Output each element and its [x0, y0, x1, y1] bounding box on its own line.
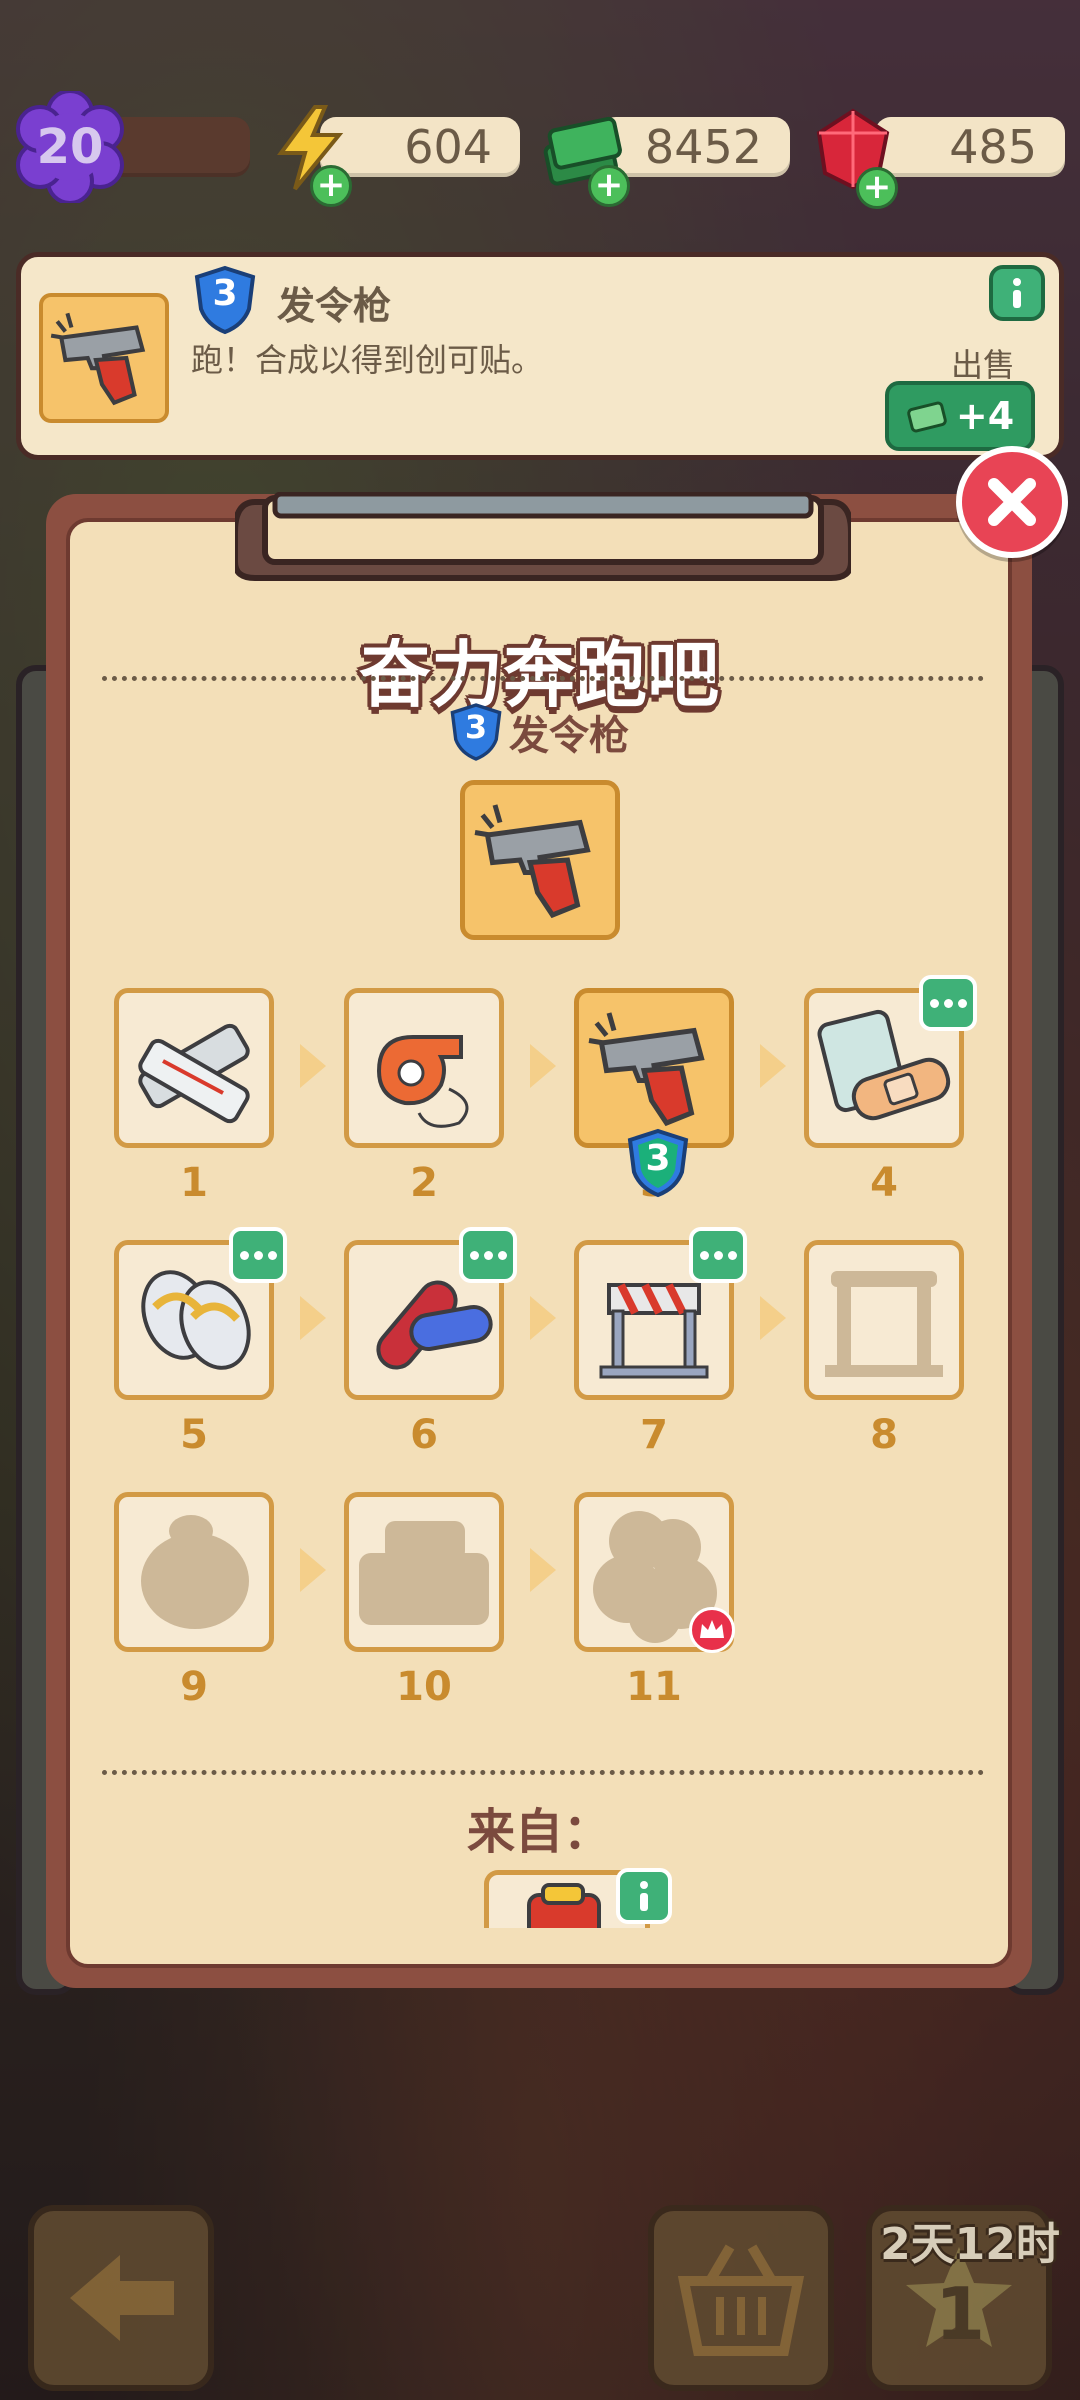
clipboard-clip-icon — [235, 492, 851, 581]
info-icon — [640, 1881, 648, 1911]
tier-number: 3 — [212, 273, 238, 314]
item-description: 跑！合成以得到创可贴。 — [191, 341, 544, 379]
chain-arrow — [530, 1548, 556, 1592]
back-button[interactable] — [28, 2205, 214, 2391]
plus-icon: + — [588, 165, 630, 207]
locked-item-icon — [359, 1521, 489, 1625]
chain-number: 5 — [180, 1412, 208, 1458]
energy-counter: 604 — [320, 117, 520, 177]
chain-arrow — [300, 1296, 326, 1340]
chain-number: 7 — [640, 1412, 668, 1458]
merge-chain-modal: 奋力奔跑吧 3 发令枪 1 2 3 4 5 6 7 8 9 10 11 来自： — [46, 492, 1032, 1988]
tier-number: 3 — [645, 1138, 671, 1179]
crown-icon — [689, 1607, 735, 1653]
star-count: 1 — [934, 2272, 986, 2356]
chain-item-10[interactable] — [344, 1492, 504, 1652]
chain-item-9[interactable] — [114, 1492, 274, 1652]
divider — [102, 1770, 984, 1775]
chain-arrow — [530, 1044, 556, 1088]
tier-number: 3 — [464, 708, 488, 746]
shop-basket-button[interactable] — [648, 2205, 834, 2391]
basket-icon — [677, 2244, 805, 2356]
locked-item-icon — [825, 1271, 943, 1377]
energy-add-button[interactable]: + — [270, 103, 352, 207]
close-button[interactable] — [956, 446, 1068, 558]
sell-value: +4 — [955, 394, 1015, 438]
source-label: 来自： — [466, 1804, 611, 1860]
more-options-badge[interactable] — [689, 1227, 747, 1283]
gem-add-button[interactable]: + — [808, 101, 898, 209]
chain-number: 11 — [626, 1664, 682, 1710]
item-thumbnail — [39, 293, 169, 423]
bandage-strip-icon — [138, 1023, 250, 1124]
item-info-card: 3 发令枪 跑！合成以得到创可贴。 出售 +4 — [16, 252, 1064, 460]
more-options-badge[interactable] — [459, 1227, 517, 1283]
info-button[interactable] — [989, 265, 1045, 321]
tier-badge: 3 — [449, 702, 503, 762]
subtitle-text: 发令枪 — [509, 713, 629, 759]
level-badge[interactable]: 20 — [14, 91, 126, 203]
chain-number: 2 — [410, 1160, 438, 1206]
starting-pistol-icon — [50, 312, 146, 406]
gem-counter: 485 — [875, 117, 1065, 177]
starting-pistol-icon — [588, 1012, 705, 1127]
plus-icon: + — [856, 167, 898, 209]
plus-icon: + — [310, 165, 352, 207]
chain-item-3[interactable] — [574, 988, 734, 1148]
chain-arrow — [300, 1548, 326, 1592]
chain-arrow — [530, 1296, 556, 1340]
info-icon — [1013, 278, 1021, 308]
cash-icon — [907, 401, 947, 433]
level-number: 20 — [36, 119, 104, 175]
close-icon — [988, 478, 1036, 526]
chain-item-4[interactable] — [804, 975, 977, 1148]
chain-item-2[interactable] — [344, 988, 504, 1148]
divider — [102, 676, 984, 681]
current-tier-badge: 3 — [624, 1128, 692, 1198]
chain-item-11[interactable] — [574, 1492, 735, 1653]
chain-number: 6 — [410, 1412, 438, 1458]
arrow-left-icon — [70, 2255, 174, 2341]
chain-arrow — [760, 1044, 786, 1088]
featured-item — [460, 780, 620, 940]
event-timer: 2天12时 — [880, 2219, 1060, 2270]
chain-arrow — [760, 1296, 786, 1340]
sell-label: 出售 — [950, 346, 1015, 384]
resource-bar: 20 604 + 8452 + 485 + — [0, 91, 1080, 209]
chain-number: 1 — [180, 1160, 208, 1206]
item-name: 发令枪 — [277, 284, 392, 328]
whistle-icon — [376, 1035, 469, 1128]
chain-number: 8 — [870, 1412, 898, 1458]
chain-item-8[interactable] — [804, 1240, 964, 1400]
chain-item-5[interactable] — [114, 1227, 287, 1400]
more-options-badge[interactable] — [229, 1227, 287, 1283]
chain-item-7[interactable] — [574, 1227, 747, 1400]
chain-number: 4 — [870, 1160, 898, 1206]
sell-button[interactable]: +4 — [885, 381, 1035, 451]
chain-number: 9 — [180, 1664, 208, 1710]
modal-subtitle: 3 发令枪 — [70, 702, 1008, 762]
starting-pistol-icon — [474, 804, 591, 919]
chain-arrow — [300, 1044, 326, 1088]
chain-item-6[interactable] — [344, 1227, 517, 1400]
chain-number: 10 — [396, 1664, 452, 1710]
more-options-badge[interactable] — [919, 975, 977, 1031]
modal-paper: 奋力奔跑吧 3 发令枪 1 2 3 4 5 6 7 8 9 10 11 来自： — [66, 492, 1012, 1968]
source-info-button[interactable] — [616, 1868, 672, 1924]
chain-item-1[interactable] — [114, 988, 274, 1148]
cash-add-button[interactable]: + — [540, 103, 630, 207]
locked-item-icon — [141, 1515, 249, 1629]
